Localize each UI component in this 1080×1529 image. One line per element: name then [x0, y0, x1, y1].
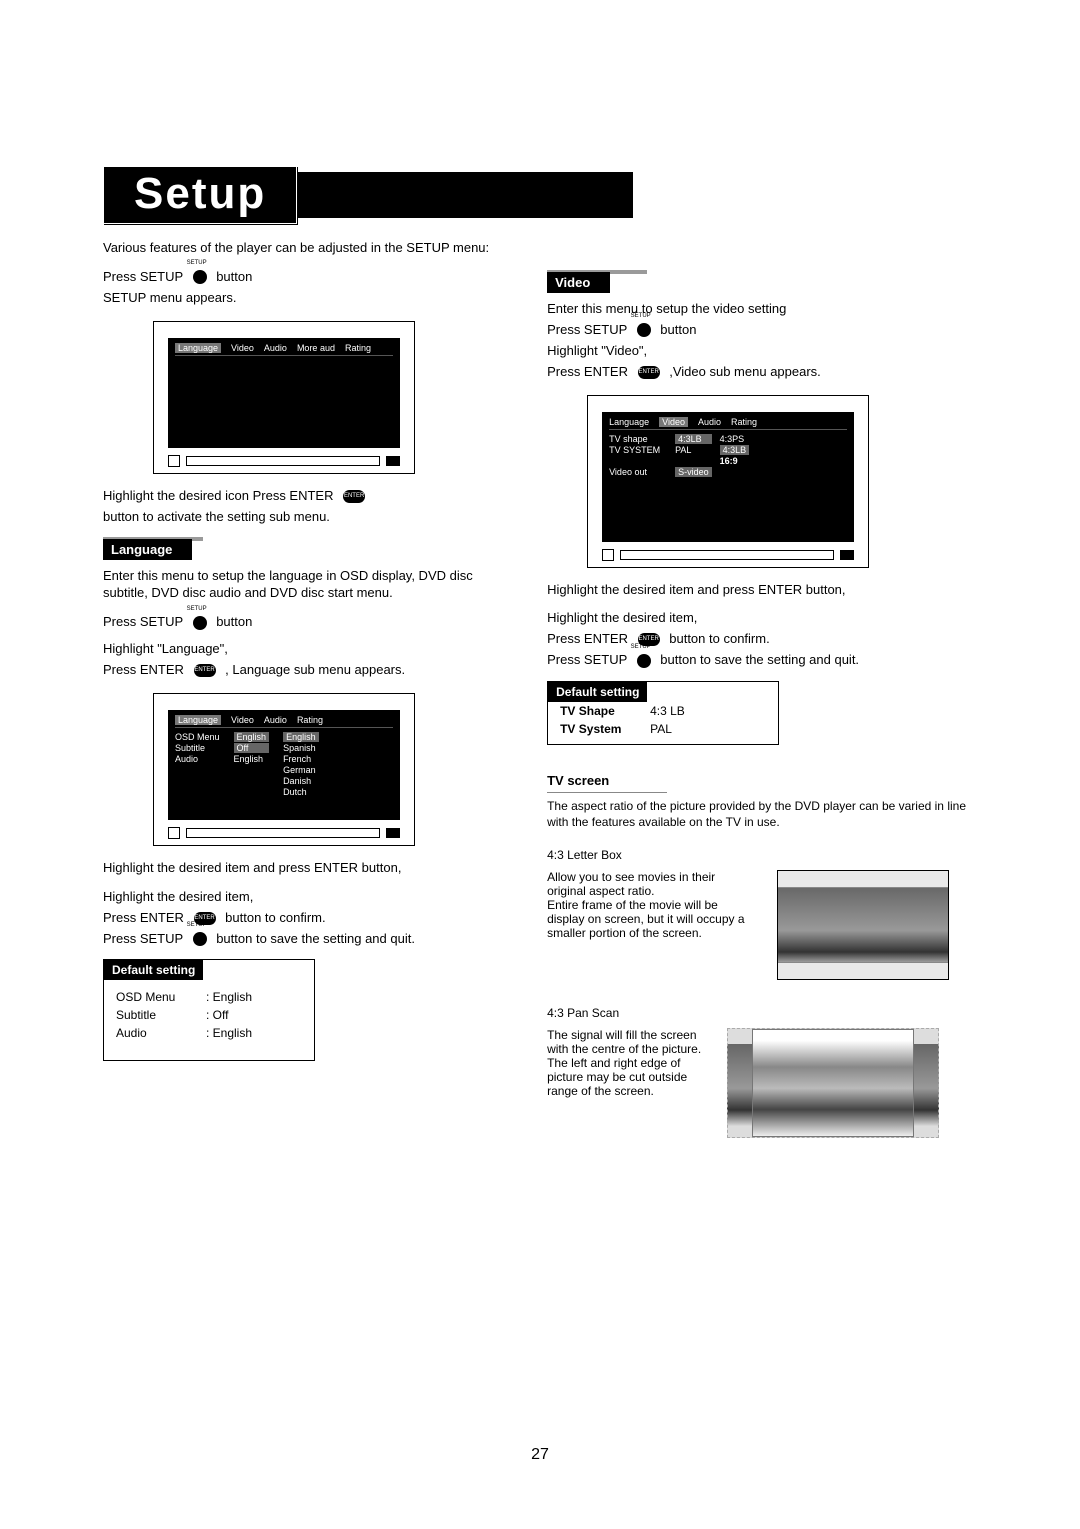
setup-button-icon: SETUP [637, 654, 651, 668]
language-default-box: Default setting OSD Menu: English Subtit… [103, 959, 315, 1061]
setup-button-icon: SETUP [637, 323, 651, 337]
osd-screen-main: Language Video Audio More aud Rating [153, 321, 415, 474]
panscan-row: The signal will fill the screen with the… [547, 1028, 985, 1138]
highlight-enter-line: Highlight the desired icon Press ENTER E… [103, 488, 501, 505]
osd-screen-video: Language Video Audio Rating TV shape TV … [587, 395, 869, 568]
enter-button-icon: ENTER [194, 664, 216, 677]
letterbox-illustration [777, 870, 949, 980]
press-setup-line: Press SETUP SETUP button [103, 269, 501, 286]
left-column: Various features of the player can be ad… [103, 240, 501, 1138]
main-menu-tabs: Language Video Audio More aud Rating [175, 343, 393, 356]
intro-text: Various features of the player can be ad… [103, 240, 501, 257]
setup-button-icon: SETUP [193, 932, 207, 946]
manual-page: Setup Various features of the player can… [0, 0, 1080, 1529]
right-column: Video Enter this menu to setup the video… [547, 240, 985, 1138]
page-title-block: Setup [103, 172, 633, 218]
content-columns: Various features of the player can be ad… [103, 240, 985, 1138]
letterbox-row: Allow you to see movies in their origina… [547, 870, 985, 980]
enter-button-icon: ENTER [638, 366, 660, 379]
setup-appears: SETUP menu appears. [103, 290, 501, 307]
enter-button-icon: ENTER [343, 490, 365, 503]
panscan-illustration [727, 1028, 939, 1138]
setup-button-icon: SETUP [193, 270, 207, 284]
video-default-box: Default setting TV Shape4:3 LB TV System… [547, 681, 779, 745]
video-section-head: Video [547, 270, 985, 293]
page-number: 27 [0, 1446, 1080, 1464]
setup-button-icon: SETUP [193, 616, 207, 630]
osd-screen-language: Language Video Audio Rating OSD Menu Sub… [153, 693, 415, 846]
language-section-head: Language [103, 537, 501, 560]
tv-screen-head: TV screen [547, 769, 667, 793]
page-title: Setup [103, 166, 297, 224]
